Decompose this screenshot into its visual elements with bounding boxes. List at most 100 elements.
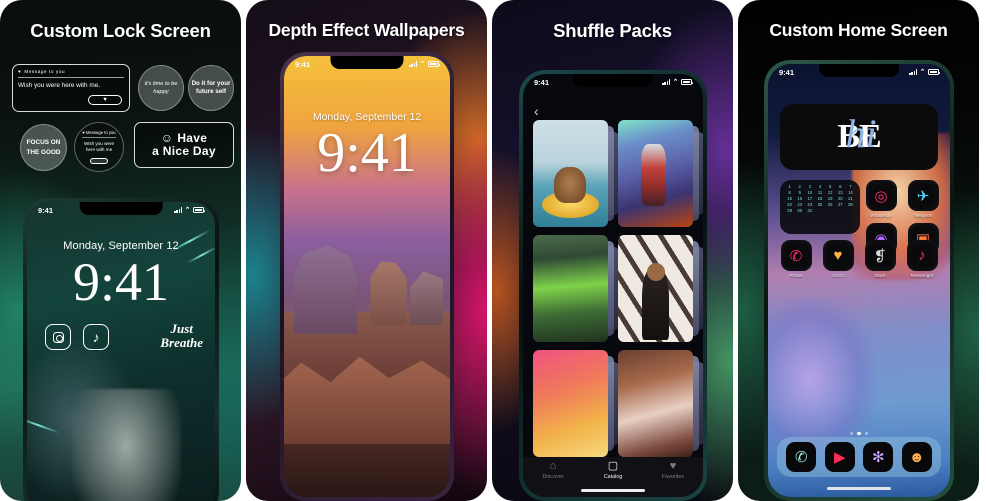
app-label: Messenger [910, 273, 934, 278]
phone-screen[interactable]: 9:41 ⌃ Monday, September 12 9:41 ♪ Just … [27, 202, 215, 501]
mesa-rock-1 [293, 245, 358, 334]
calendar-day: 22 [787, 202, 792, 207]
dock-icon-discord[interactable]: ☻ [901, 442, 932, 472]
widget-focus-label: FOCUS ON THE GOOD [26, 139, 61, 156]
phone-screen[interactable]: 9:41 ⌃ ‹ ⌂ Discover ▢ Catalog ♥ Favorite… [523, 74, 703, 497]
calendar-day: 25 [817, 202, 823, 207]
phone-icon: ✆ [780, 240, 812, 271]
heart-icon: ♥ [82, 130, 85, 136]
app-icon-messenger[interactable]: ♪ Messenger [904, 240, 940, 278]
pack-cover [533, 120, 608, 227]
phone-mockup-shuffle-packs: 9:41 ⌃ ‹ ⌂ Discover ▢ Catalog ♥ Favorite… [519, 70, 707, 501]
whatsapp-icon: ◎ [865, 180, 897, 211]
home-indicator[interactable] [827, 487, 891, 490]
dock-icon-phone[interactable]: ✆ [786, 442, 817, 472]
pack-card-striped-portrait[interactable] [618, 235, 703, 342]
pack-card-warm-gradient[interactable] [533, 350, 619, 457]
dock-icon-photos[interactable]: ✻ [863, 442, 894, 472]
tab-favorites[interactable]: ♥ Favorites [647, 461, 699, 481]
widget-toggle-switch[interactable] [90, 157, 108, 164]
calendar-widget[interactable]: 12 34 56 78 9 10 11 12 13 14 15 16 17 18 19 20… [780, 180, 860, 234]
instagram-icon[interactable] [45, 324, 71, 350]
app-icon-phone[interactable]: ✆ Phone [778, 240, 814, 278]
pack-cover [618, 350, 693, 457]
calendar-day: 21 [848, 196, 853, 201]
page-dot [849, 431, 854, 435]
phone-screen[interactable]: 9:41 ⌃ BE hi 12 34 56 7 8 9 10 11 12 13 … [768, 64, 950, 497]
wifi-icon: ⌃ [919, 69, 926, 76]
tab-discover-label: Discover [542, 474, 564, 480]
widget-text-script: hi [845, 110, 877, 156]
app-label: Slack [874, 273, 886, 278]
app-label: WhatsApp [870, 213, 892, 218]
calendar-day: 4 [818, 184, 822, 189]
pack-cover [618, 120, 693, 227]
tab-catalog[interactable]: ▢ Catalog [587, 461, 639, 481]
home-icon: ⌂ [549, 460, 557, 472]
wifi-icon: ⌃ [419, 61, 426, 68]
phone-notch [79, 202, 163, 215]
panel-3-headline: Shuffle Packs [553, 20, 672, 41]
panel-1-headline: Custom Lock Screen [30, 20, 211, 41]
calendar-day: 9 [798, 190, 801, 195]
screenshot-panel-lock-screen[interactable]: Custom Lock Screen ♥ Message to you Wish… [0, 0, 241, 501]
pack-card-dog[interactable] [533, 120, 619, 227]
tiktok-icon[interactable]: ♪ [83, 324, 109, 350]
dock-icon-youtube[interactable]: ▶ [824, 442, 855, 472]
calendar-day: 16 [797, 196, 803, 201]
custom-text-widget[interactable]: BE hi [780, 104, 938, 170]
tab-discover[interactable]: ⌂ Discover [527, 460, 579, 481]
panel-2-headline: Depth Effect Wallpapers [268, 20, 465, 40]
page-indicator-dots[interactable] [768, 431, 950, 435]
app-icon-whatsapp[interactable]: ◎ WhatsApp [864, 180, 898, 218]
statue-image [72, 389, 182, 501]
calendar-day: 19 [827, 196, 833, 201]
page-dot [864, 431, 869, 435]
phone-screen[interactable]: 9:41 ⌃ Monday, September 12 9:41 [284, 56, 450, 497]
app-icon-vsco[interactable]: ♥ VSCO [820, 240, 856, 278]
widget-happy-circle[interactable]: it's time to be happy [138, 65, 184, 111]
page-dot-active [857, 431, 861, 435]
pack-cover [533, 350, 608, 457]
screenshot-panel-home-screen[interactable]: Custom Home Screen 9:41 ⌃ BE hi 1 2 3 4 … [738, 0, 979, 501]
calendar-day: 10 [807, 190, 813, 195]
calendar-day: 1 [788, 184, 791, 189]
dog-image [554, 167, 586, 204]
slack-icon: ❡ [864, 240, 896, 271]
calendar-day: 13 [837, 190, 843, 195]
pack-card-green-landscape[interactable] [533, 235, 619, 342]
screenshot-panel-depth-effect[interactable]: Depth Effect Wallpapers 9:41 ⌃ Monday, S… [246, 0, 487, 501]
screenshot-panel-shuffle-packs[interactable]: Shuffle Packs 9:41 ⌃ ‹ ⌂ Discover ▢ Cata… [492, 0, 733, 501]
cellular-signal-icon [909, 69, 918, 75]
status-bar-time: 9:41 [779, 67, 795, 77]
calendar-day: 17 [807, 196, 813, 201]
lock-screen-shortcuts: ♪ [45, 324, 109, 350]
app-icon-slack[interactable]: ❡ Slack [862, 240, 898, 278]
pack-card-game-character[interactable] [618, 120, 703, 227]
widget-do-it-circle[interactable]: Do it for your future self [188, 65, 234, 111]
wifi-icon: ⌃ [184, 207, 191, 214]
cellular-signal-icon [409, 61, 418, 67]
calendar-day: 29 [787, 208, 792, 213]
lock-screen-clock: 9:41 [317, 122, 417, 184]
calendar-day: 18 [817, 196, 823, 201]
home-indicator[interactable] [581, 489, 645, 492]
status-bar-time: 9:41 [38, 205, 54, 215]
app-label: VSCO [831, 273, 845, 278]
widget-focus-circle[interactable]: FOCUS ON THE GOOD [20, 124, 67, 171]
widget-happy-label: it's time to be happy [144, 80, 178, 95]
widget-message-heart-button[interactable]: ♥ [88, 95, 122, 105]
calendar-day: 5 [828, 184, 832, 189]
just-breathe-text: Just Breathe [160, 321, 203, 351]
app-icon-telegram[interactable]: ✈ Telegram [906, 180, 940, 218]
widget-have-a-nice-day[interactable]: ☺ Have a Nice Day [134, 122, 234, 168]
app-store-screenshot-gallery: Custom Lock Screen ♥ Message to you Wish… [0, 0, 986, 501]
status-bar-indicators: ⌃ [409, 60, 440, 68]
wifi-icon: ⌃ [672, 79, 679, 86]
back-button[interactable]: ‹ [534, 104, 539, 118]
app-label: Phone [789, 273, 803, 278]
widget-message-circle-header-label: Message to you [86, 130, 116, 136]
pack-card-portrait[interactable] [618, 350, 703, 457]
widget-message-circle[interactable]: ♥ Message to you Wish you were here with… [74, 122, 124, 172]
widget-message-card[interactable]: ♥ Message to you Wish you were here with… [12, 64, 130, 112]
